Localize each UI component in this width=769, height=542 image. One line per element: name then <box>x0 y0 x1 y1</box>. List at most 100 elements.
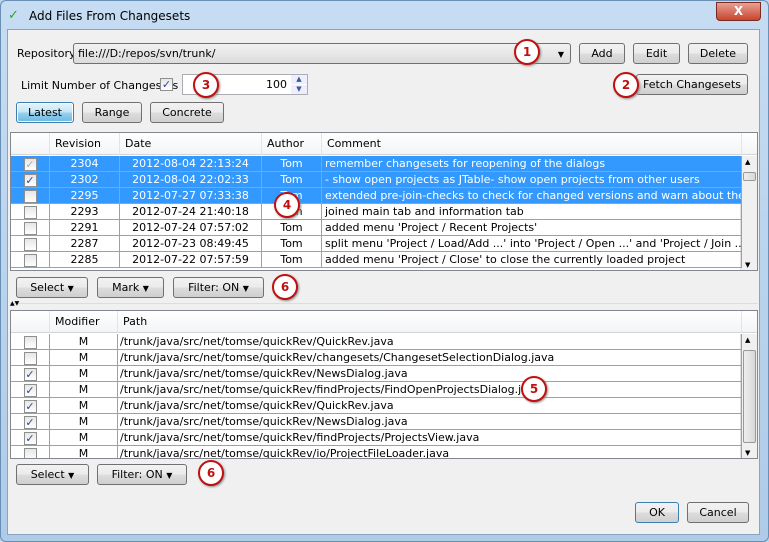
add-button[interactable]: Add <box>579 43 625 64</box>
check-cell[interactable]: ✓ <box>11 398 50 414</box>
file-row[interactable]: ✓ M/trunk/java/src/net/tomse/quickRev/Qui… <box>11 398 742 414</box>
check-cell[interactable]: ✓ <box>11 382 50 398</box>
mark-button[interactable]: Mark ▼ <box>97 277 164 298</box>
ok-button[interactable]: OK <box>635 502 679 523</box>
concrete-button[interactable]: Concrete <box>150 102 224 123</box>
changeset-row[interactable]: 2291 2012-07-24 07:57:02 Tom added menu 'Pr… <box>11 220 742 236</box>
author-cell: Tom <box>262 236 322 252</box>
chevron-down-icon: ▼ <box>142 284 149 293</box>
fetch-changesets-button[interactable]: Fetch Changesets <box>636 74 748 95</box>
check-cell[interactable] <box>11 350 50 366</box>
latest-button[interactable]: Latest <box>16 102 74 123</box>
author-cell: Tom <box>262 156 322 172</box>
check-cell[interactable]: ✓ <box>11 414 50 430</box>
changeset-row[interactable]: ✓ 2302 2012-08-04 22:02:33 Tom - show open p… <box>11 172 742 188</box>
files-filter-button[interactable]: Filter: ON ▼ <box>97 464 187 485</box>
changeset-row[interactable]: 22952012-07-27 07:33:38Tomextended pre-j… <box>11 188 742 204</box>
modifier-cell: M <box>50 334 118 350</box>
row-checkbox[interactable]: ✓ <box>23 431 37 445</box>
callout-2: 2 <box>613 72 639 98</box>
changesets-filter-button[interactable]: Filter: ON ▼ <box>173 277 264 298</box>
check-cell[interactable] <box>11 236 50 252</box>
title-bar[interactable]: ✓ Add Files From Changesets X <box>1 1 768 31</box>
row-checkbox[interactable] <box>23 351 37 365</box>
row-checkbox[interactable]: ✓ <box>23 173 37 187</box>
column-header-date[interactable]: Date <box>120 133 262 155</box>
column-header-comment[interactable]: Comment <box>322 133 742 155</box>
date-cell: 2012-08-04 22:02:33 <box>120 172 262 188</box>
chevron-down-icon: ▼ <box>166 471 173 480</box>
scroll-down-icon[interactable]: ▼ <box>745 449 750 457</box>
delete-button[interactable]: Delete <box>688 43 748 64</box>
check-cell[interactable] <box>11 204 50 220</box>
scroll-up-icon[interactable]: ▲ <box>745 336 750 344</box>
range-button[interactable]: Range <box>82 102 142 123</box>
splitter[interactable]: ▲▼ <box>10 300 758 308</box>
edit-button[interactable]: Edit <box>633 43 680 64</box>
row-checkbox[interactable] <box>23 189 37 203</box>
check-cell[interactable] <box>11 334 50 350</box>
row-checkbox[interactable] <box>23 221 37 235</box>
files-scrollbar[interactable]: ▲ ▼ <box>740 334 757 458</box>
check-cell[interactable]: ✓ <box>11 156 50 172</box>
app-icon: ✓ <box>8 8 19 23</box>
comment-cell: remember changesets for reopening of the… <box>322 156 742 172</box>
revision-cell: 2287 <box>50 236 120 252</box>
row-checkbox[interactable] <box>23 335 37 349</box>
row-checkbox[interactable]: ✓ <box>23 157 37 171</box>
row-checkbox[interactable]: ✓ <box>23 415 37 429</box>
cancel-button[interactable]: Cancel <box>687 502 749 523</box>
file-row[interactable]: ✓ M/trunk/java/src/net/tomse/quickRev/fin… <box>11 382 742 398</box>
chevron-down-icon: ▼ <box>68 471 75 480</box>
close-button[interactable]: X <box>716 2 761 21</box>
file-row[interactable]: M/trunk/java/src/net/tomse/quickRev/io/P… <box>11 446 742 458</box>
row-checkbox[interactable]: ✓ <box>23 399 37 413</box>
column-header-author[interactable]: Author <box>262 133 322 155</box>
file-row[interactable]: ✓ M/trunk/java/src/net/tomse/quickRev/fin… <box>11 430 742 446</box>
check-cell[interactable]: ✓ <box>11 172 50 188</box>
scroll-down-icon[interactable]: ▼ <box>745 261 750 269</box>
changeset-row[interactable]: 2287 2012-07-23 08:49:45 Tom split menu 'Pr… <box>11 236 742 252</box>
comment-cell: - show open projects as JTable- show ope… <box>322 172 742 188</box>
repository-combo[interactable]: file:///D:/repos/svn/trunk/ ▼ <box>73 43 571 64</box>
row-checkbox[interactable]: ✓ <box>23 367 37 381</box>
check-cell[interactable] <box>11 252 50 268</box>
column-header-check[interactable] <box>11 133 50 155</box>
column-header-revision[interactable]: Revision <box>50 133 120 155</box>
column-header-check[interactable] <box>11 311 50 333</box>
comment-cell: joined main tab and information tab <box>322 204 742 220</box>
limit-checkbox[interactable]: ✓ <box>160 78 173 91</box>
path-cell: /trunk/java/src/net/tomse/quickRev/io/Pr… <box>118 446 742 458</box>
row-checkbox[interactable] <box>23 253 37 267</box>
column-header-modifier[interactable]: Modifier <box>50 311 118 333</box>
file-row[interactable]: M/trunk/java/src/net/tomse/quickRev/Quic… <box>11 334 742 350</box>
scroll-up-icon[interactable]: ▲ <box>745 158 750 166</box>
column-header-path[interactable]: Path <box>118 311 742 333</box>
revision-cell: 2304 <box>50 156 120 172</box>
changeset-row[interactable]: 22932012-07-24 21:40:18Tomjoined main ta… <box>11 204 742 220</box>
file-row[interactable]: ✓ M/trunk/java/src/net/tomse/quickRev/New… <box>11 414 742 430</box>
row-checkbox[interactable] <box>23 447 37 458</box>
row-checkbox[interactable] <box>23 237 37 251</box>
row-checkbox[interactable]: ✓ <box>23 383 37 397</box>
check-cell[interactable]: ✓ <box>11 430 50 446</box>
check-cell[interactable] <box>11 188 50 204</box>
files-select-button[interactable]: Select ▼ <box>16 464 89 485</box>
splitter-arrows-icon[interactable]: ▲▼ <box>10 300 19 307</box>
revision-cell: 2302 <box>50 172 120 188</box>
spinner-down-icon[interactable]: ▼ <box>291 85 307 94</box>
changesets-scrollbar[interactable]: ▲ ▼ <box>740 156 757 270</box>
changeset-row[interactable]: 2285 2012-07-22 07:57:59 Tom added menu 'Pr… <box>11 252 742 268</box>
filter-label: Filter: ON <box>188 281 240 294</box>
row-checkbox[interactable] <box>23 205 37 219</box>
file-row[interactable]: M/trunk/java/src/net/tomse/quickRev/chan… <box>11 350 742 366</box>
file-row[interactable]: ✓ M/trunk/java/src/net/tomse/quickRev/New… <box>11 366 742 382</box>
check-cell[interactable] <box>11 446 50 458</box>
check-cell[interactable] <box>11 220 50 236</box>
changesets-select-button[interactable]: Select ▼ <box>16 277 88 298</box>
scroll-thumb[interactable] <box>743 350 756 443</box>
check-cell[interactable]: ✓ <box>11 366 50 382</box>
changeset-row[interactable]: ✓ 2304 2012-08-04 22:13:24 Tom remember chan… <box>11 156 742 172</box>
spinner-up-icon[interactable]: ▲ <box>291 75 307 84</box>
scroll-thumb[interactable] <box>743 172 756 181</box>
